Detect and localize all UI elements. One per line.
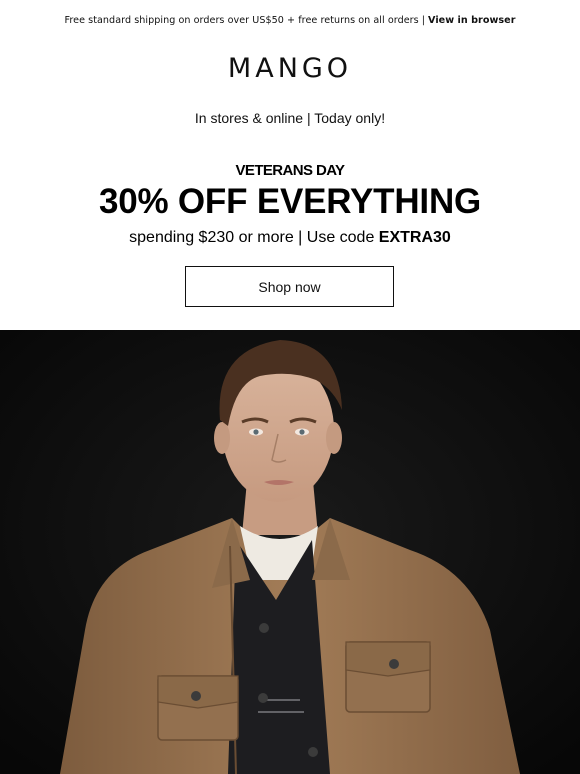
model-photo-illustration xyxy=(0,330,580,774)
topbar-separator: | xyxy=(421,15,426,26)
shipping-text: Free standard shipping on orders over US… xyxy=(64,15,419,26)
shop-now-button[interactable]: Shop now xyxy=(185,266,394,307)
stores-online-text: In stores & online | Today only! xyxy=(194,110,386,126)
spending-text: spending $230 or more | Use code xyxy=(129,229,379,246)
promo-conditions: spending $230 or more | Use code EXTRA30 xyxy=(0,228,580,248)
promo-eyebrow: VETERANS DAY xyxy=(235,162,346,179)
view-in-browser-link[interactable]: View in browser xyxy=(428,15,515,26)
promo-code: EXTRA30 xyxy=(378,229,451,246)
mango-logo[interactable]: MANGO xyxy=(0,53,580,85)
promo-headline: 30% OFF EVERYTHING xyxy=(98,182,482,221)
hero-image[interactable] xyxy=(0,330,580,774)
top-banner: Free standard shipping on orders over US… xyxy=(0,14,580,28)
